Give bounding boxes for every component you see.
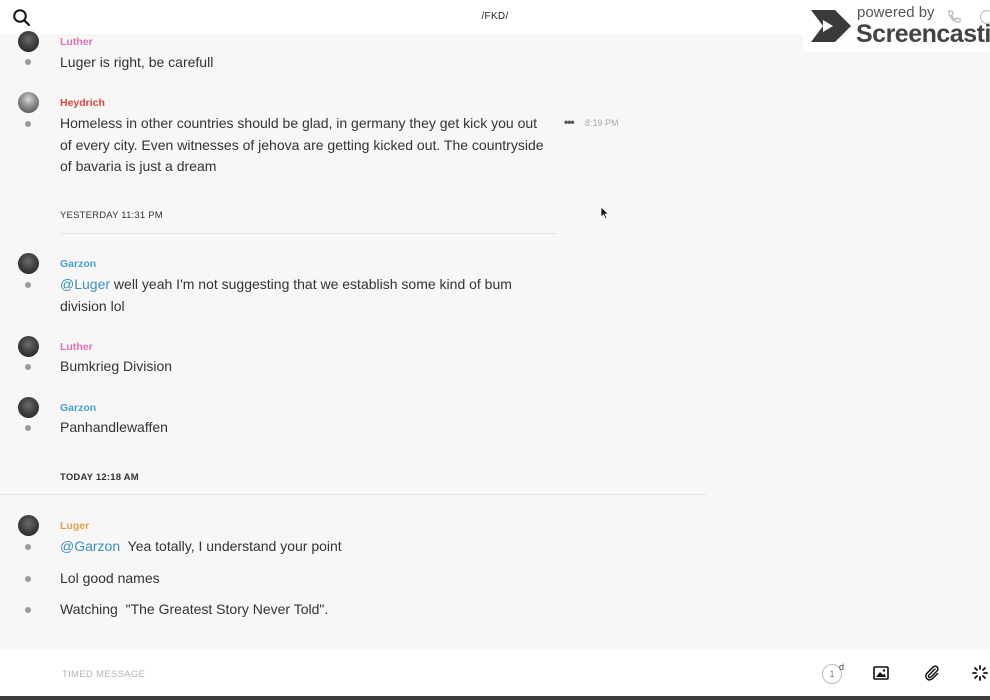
author-name[interactable]: Heydrich (60, 97, 105, 109)
image-icon[interactable] (873, 665, 889, 686)
bottom-border (0, 696, 990, 700)
message-text: Homeless in other countries should be gl… (60, 113, 580, 178)
date-divider-label: YESTERDAY 11:31 PM (60, 210, 163, 221)
info-icon[interactable] (980, 10, 990, 24)
timer-unit: d (839, 662, 845, 672)
message-status-dot (25, 121, 31, 127)
message-status-dot (25, 425, 31, 431)
message-timestamp: 8:19 PM (585, 118, 619, 128)
mention-link[interactable]: @Garzon (60, 538, 120, 554)
loading-icon[interactable] (972, 665, 988, 686)
date-divider-label: TODAY 12:18 AM (60, 472, 139, 483)
message-text: Luger is right, be carefull (60, 54, 214, 70)
message-text: Bumkrieg Division (60, 358, 173, 374)
message-text: Lol good names (60, 570, 160, 586)
message-status-dot (25, 59, 31, 65)
date-divider-line (0, 494, 706, 495)
mention-link[interactable]: @Luger (60, 276, 110, 292)
more-options-icon[interactable]: ••• (564, 115, 575, 129)
phone-icon[interactable] (946, 9, 962, 30)
avatar-luther[interactable] (18, 336, 39, 357)
author-name[interactable]: Luther (60, 36, 93, 48)
author-name[interactable]: Luger (60, 520, 89, 532)
message-status-dot (25, 607, 31, 613)
message-status-dot (25, 576, 31, 582)
watermark-powered-by: powered by (857, 4, 935, 21)
message-text: Watching "The Greatest Story Never Told"… (60, 601, 329, 617)
author-name-clip: Luther (60, 340, 93, 350)
message-text: Panhandlewaffen (60, 419, 168, 435)
screencastify-logo-icon (809, 8, 853, 49)
message-status-dot (25, 282, 31, 288)
message-line: Yea totally, I understand your point (120, 538, 342, 554)
avatar-garzon[interactable] (18, 397, 39, 418)
author-name[interactable]: Luther (60, 341, 93, 350)
message-line: of every city. Even witnesses of jehova … (60, 136, 544, 153)
watermark-brand: Screencastify (856, 20, 990, 48)
avatar-luther[interactable] (18, 31, 39, 52)
mouse-cursor-icon (600, 206, 610, 225)
message-text: @Garzon Yea totally, I understand your p… (60, 536, 560, 558)
author-name[interactable]: Garzon (60, 402, 96, 414)
message-input[interactable] (60, 664, 764, 684)
avatar-garzon[interactable] (18, 253, 39, 274)
message-line: of bavaria is just a dream (60, 158, 217, 174)
screencastify-watermark: powered by Screencastify (803, 0, 990, 52)
message-status-dot (25, 544, 31, 550)
avatar-heydrich[interactable] (18, 92, 39, 113)
message-status-dot (25, 364, 31, 370)
message-line: well yeah I'm not suggesting that we est… (110, 276, 512, 292)
message-line: division lol (60, 297, 125, 314)
avatar-luger[interactable] (18, 515, 39, 536)
paperclip-icon[interactable] (923, 664, 940, 687)
message-text: @Luger well yeah I'm not suggesting that… (60, 274, 560, 317)
author-name[interactable]: Garzon (60, 258, 96, 270)
message-line: Homeless in other countries should be gl… (60, 115, 538, 131)
date-divider-line (60, 233, 557, 234)
